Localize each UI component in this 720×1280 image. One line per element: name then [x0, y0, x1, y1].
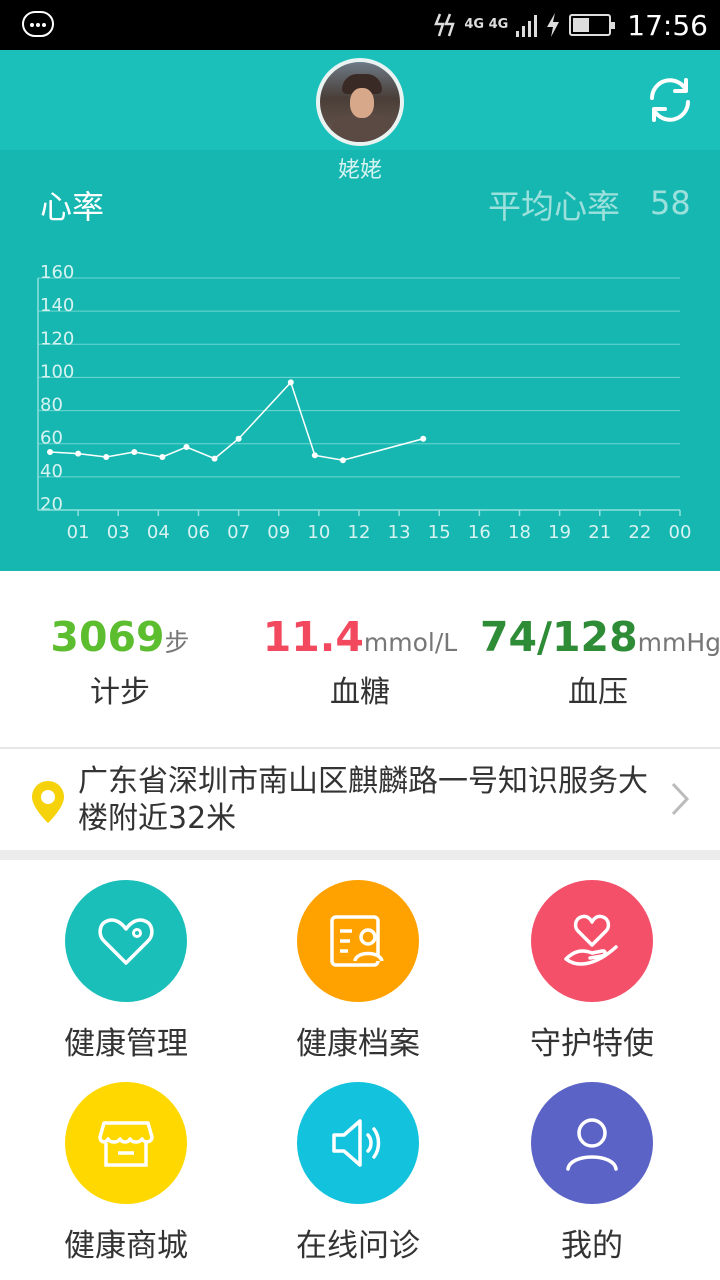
menu-guardian[interactable]: 守护特使: [492, 880, 692, 1063]
menu-label: 我的: [561, 1228, 623, 1264]
x-tick-label: 22: [628, 522, 651, 543]
y-tick-label: 120: [40, 328, 74, 349]
health-stats: 3069步 计步 11.4mmol/L 血糖 74/128mmHg 血压: [0, 571, 720, 747]
y-tick-label: 80: [40, 395, 63, 416]
menu-icon-circle: [297, 1082, 419, 1204]
username: 姥姥: [337, 158, 382, 183]
data-point: [103, 453, 110, 460]
menu-icon-circle: [297, 880, 419, 1002]
shop-icon: [98, 1121, 154, 1167]
x-tick-label: 00: [669, 522, 692, 543]
signal-icon: [516, 13, 538, 37]
x-tick-label: 19: [548, 522, 571, 543]
heart-rate-line: [49, 380, 424, 462]
data-point: [339, 457, 346, 464]
speaker-icon: [332, 1119, 381, 1167]
data-point: [75, 450, 82, 457]
menu-icon-circle: [531, 880, 653, 1002]
more-icon: [22, 11, 54, 37]
data-point: [420, 435, 427, 442]
steps-label: 计步: [90, 675, 150, 710]
data-point: [183, 444, 190, 451]
menu-icon-circle: [65, 880, 187, 1002]
menu-label: 健康管理: [64, 1026, 188, 1062]
steps-value: 3069: [50, 613, 165, 661]
x-tick-label: 09: [267, 522, 290, 543]
status-bar: 4G 4G 17:56: [0, 0, 720, 50]
x-tick-label: 03: [107, 522, 130, 543]
status-time: 17:56: [627, 8, 708, 42]
hand-heart-icon: [564, 914, 618, 966]
blood-pressure-unit: mmHg: [637, 628, 720, 657]
steps-stat[interactable]: 3069步 计步: [40, 613, 200, 711]
x-tick-label: 06: [187, 522, 210, 543]
location-row[interactable]: 广东省深圳市南山区麒麟路一号知识服务大楼附近32米: [0, 749, 720, 850]
x-tick-label: 13: [388, 522, 411, 543]
heart-rate-chart: 20 40 60 80 100 120 140 160 01 03 04 06 07 09 10 12 13 15…: [37, 262, 692, 543]
heart-rate-title: 心率: [40, 188, 105, 226]
data-point: [131, 449, 138, 455]
menu-health-mall[interactable]: 健康商城: [26, 1082, 226, 1265]
profile-card-icon: [330, 915, 384, 967]
battery-icon: [569, 14, 616, 36]
data-point: [211, 455, 218, 462]
x-tick-label: 10: [307, 522, 330, 543]
x-tick-label: 01: [67, 522, 90, 543]
x-tick-label: 18: [508, 522, 531, 543]
blood-pressure-label: 血压: [568, 675, 628, 710]
nfc-icon: [434, 13, 456, 37]
x-tick-label: 16: [468, 522, 491, 543]
blood-pressure-stat[interactable]: 74/128mmHg 血压: [480, 613, 720, 711]
feature-menu: 健康管理 健康档案 守护特使 健康商城 在线问诊 我的: [0, 860, 720, 1280]
menu-label: 在线问诊: [296, 1228, 420, 1264]
blood-pressure-value: 74/128: [480, 613, 638, 661]
location-pin-icon: [32, 781, 64, 823]
blood-sugar-value: 11.4: [262, 613, 364, 661]
chevron-right-icon: [671, 782, 690, 816]
location-address: 广东省深圳市南山区麒麟路一号知识服务大楼附近32米: [78, 764, 648, 836]
menu-icon-circle: [65, 1082, 187, 1204]
y-tick-label: 40: [40, 461, 63, 482]
network-indicator: 4G 4G: [464, 17, 509, 32]
data-point: [311, 452, 318, 459]
data-point: [47, 449, 54, 455]
average-heart-rate-value: 58: [650, 184, 691, 222]
y-tick-label: 160: [40, 262, 74, 283]
menu-label: 健康商城: [64, 1228, 188, 1264]
y-tick-label: 60: [40, 428, 63, 449]
blood-sugar-label: 血糖: [330, 675, 390, 710]
y-tick-label: 140: [40, 295, 74, 316]
user-icon: [566, 1118, 618, 1171]
menu-health-management[interactable]: 健康管理: [26, 880, 226, 1063]
menu-health-records[interactable]: 健康档案: [258, 880, 458, 1063]
average-heart-rate-label: 平均心率: [488, 187, 620, 226]
blood-sugar-unit: mmol/L: [363, 628, 458, 657]
x-tick-label: 04: [147, 522, 170, 543]
x-tick-label: 12: [348, 522, 371, 543]
steps-unit: 步: [164, 628, 190, 657]
x-tick-label: 07: [227, 522, 250, 543]
refresh-icon[interactable]: [644, 74, 696, 126]
menu-label: 健康档案: [296, 1026, 420, 1062]
heart-gear-icon: [98, 918, 154, 965]
menu-icon-circle: [531, 1082, 653, 1204]
blood-sugar-stat[interactable]: 11.4mmol/L 血糖: [250, 613, 470, 711]
x-tick-label: 21: [588, 522, 611, 543]
data-point: [235, 435, 242, 442]
section-divider: [0, 850, 720, 860]
x-tick-label: 15: [428, 522, 451, 543]
menu-mine[interactable]: 我的: [492, 1082, 692, 1265]
data-point: [159, 453, 166, 460]
y-tick-label: 100: [40, 361, 74, 382]
menu-online-consultation[interactable]: 在线问诊: [258, 1082, 458, 1265]
y-tick-label: 20: [40, 494, 63, 515]
menu-label: 守护特使: [530, 1026, 654, 1062]
charging-icon: [547, 13, 560, 37]
data-point: [287, 379, 294, 386]
avatar[interactable]: [316, 58, 404, 146]
